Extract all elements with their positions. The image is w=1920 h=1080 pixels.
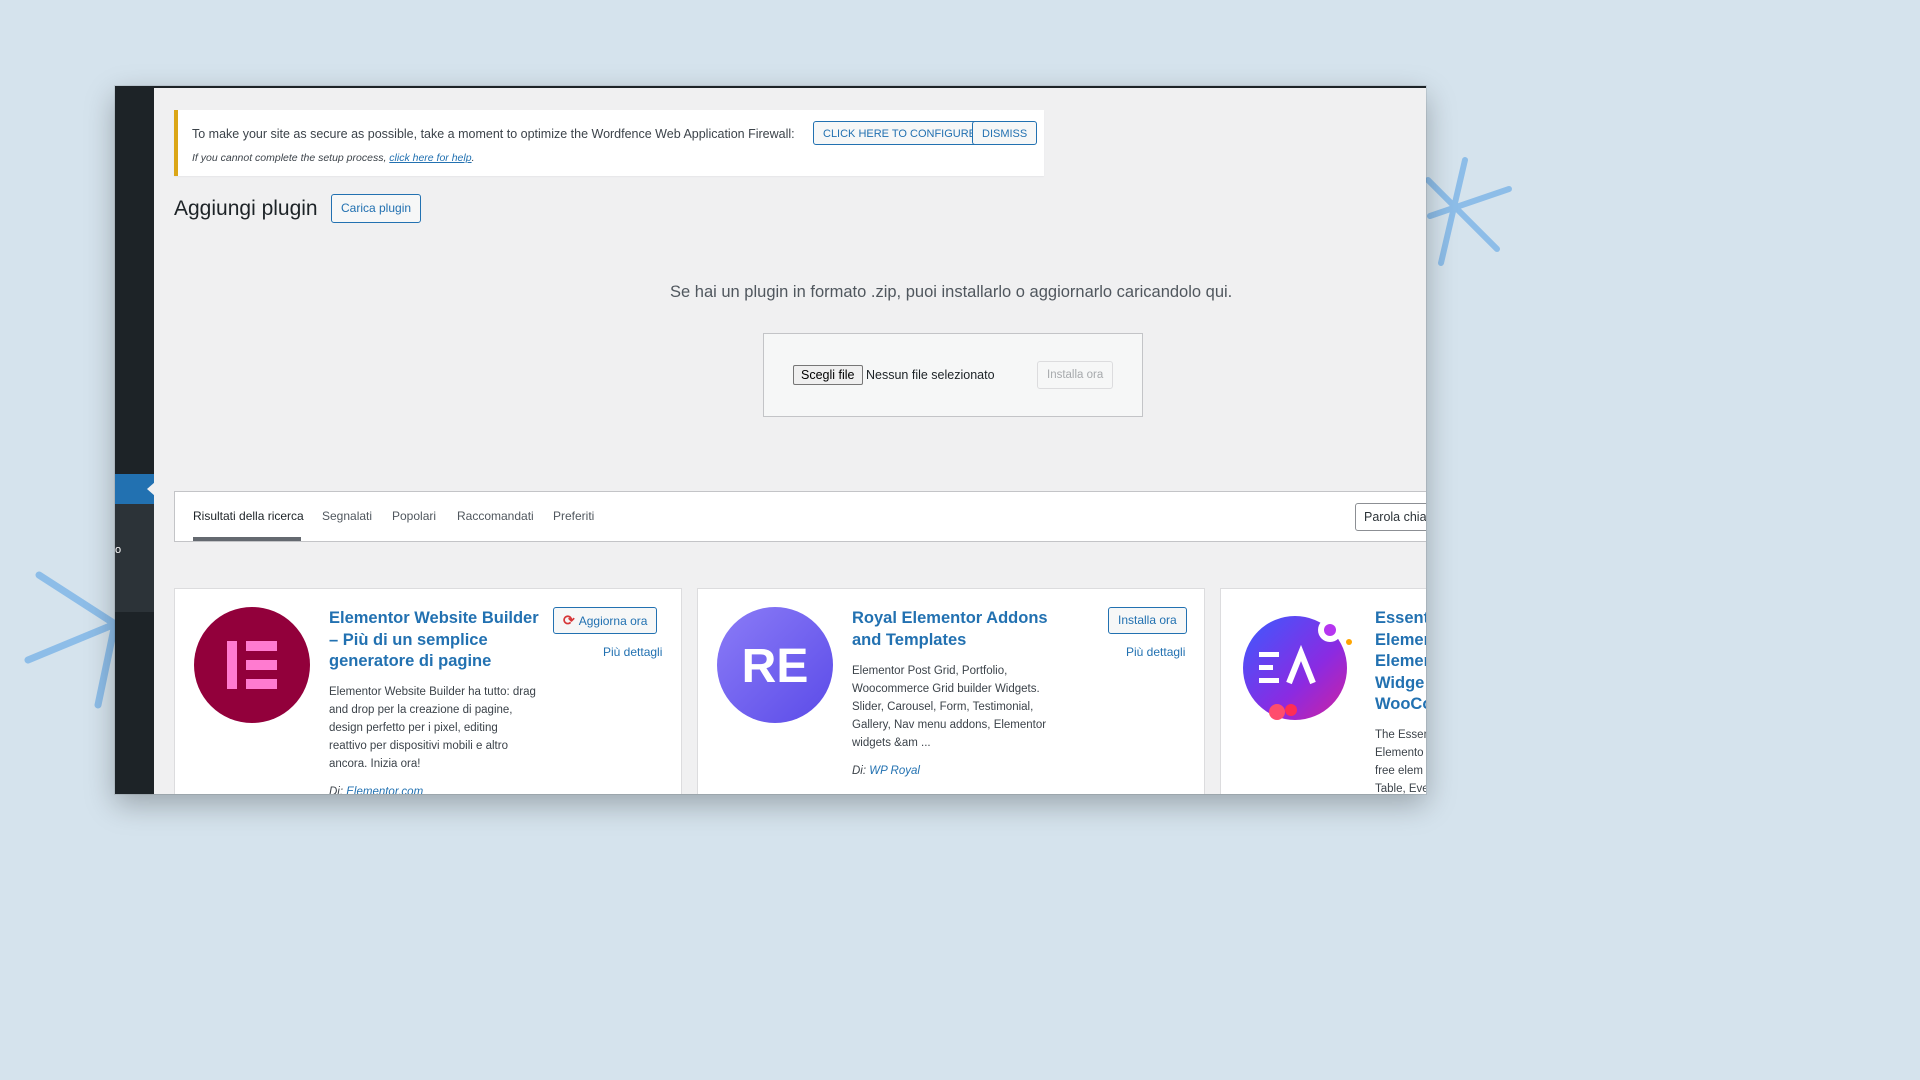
plugin-title-line[interactable]: Widge	[1375, 673, 1426, 695]
file-status: Nessun file selezionato	[866, 368, 995, 382]
plugin-title-line[interactable]: Elementor Website Builder	[329, 608, 544, 630]
choose-file-button[interactable]: Scegli file	[793, 365, 863, 385]
plugin-filter-bar: Risultati della ricerca Segnalati Popola…	[174, 491, 1426, 542]
author-link[interactable]: Elementor.com	[346, 786, 423, 794]
description-line: Elementor Website Builder ha tutto: drag	[329, 686, 536, 698]
update-now-button[interactable]: ⟳ Aggiorna ora	[553, 607, 658, 634]
description-line: The Essen	[1375, 729, 1426, 741]
upload-help-text: Se hai un plugin in formato .zip, puoi i…	[670, 283, 1233, 301]
plugin-card: RE Royal Elementor Addons and Templates …	[697, 588, 1205, 794]
plugin-author: Di: Elementor.com	[329, 786, 423, 794]
description-line: Slider, Carousel, Form, Testimonial,	[852, 701, 1034, 713]
description-line: Table, Eve	[1375, 783, 1426, 794]
plugin-title-line[interactable]: Elemen	[1375, 630, 1426, 652]
plugin-title-line[interactable]: Essenti	[1375, 608, 1426, 630]
search-type-select[interactable]: Parola chiav	[1355, 503, 1426, 531]
decorative-star-icon	[1425, 157, 1512, 266]
sidebar-submenu-label[interactable]: o	[115, 544, 121, 556]
plugin-title-line[interactable]: generatore di pagine	[329, 651, 544, 673]
author-prefix: Di:	[852, 765, 870, 777]
author-prefix: Di:	[329, 786, 347, 794]
royal-addons-logo-icon: RE	[717, 607, 833, 723]
description-line: ancora. Inizia ora!	[329, 758, 421, 770]
plugin-title-line[interactable]: – Più di un semplice	[329, 630, 544, 652]
plugin-title[interactable]: Royal Elementor Addons and Templates	[852, 608, 1067, 651]
help-prefix: If you cannot complete the setup process…	[192, 152, 390, 164]
plugin-description: Elementor Website Builder ha tutto: drag…	[329, 683, 554, 773]
description-line: Elemento	[1375, 747, 1424, 759]
plugin-description: The Essen Elemento free elem Table, Eve	[1375, 726, 1426, 794]
tab-featured[interactable]: Segnalati	[322, 509, 372, 523]
sidebar-submenu	[115, 504, 154, 612]
plugin-title-line[interactable]: and Templates	[852, 630, 1067, 652]
author-link[interactable]: WP Royal	[869, 765, 920, 777]
help-link[interactable]: click here for help	[389, 152, 471, 164]
plugin-card: Elementor Website Builder – Più di un se…	[174, 588, 682, 794]
page-title: Aggiungi plugin	[174, 197, 318, 220]
notice-message: To make your site as secure as possible,…	[192, 127, 795, 141]
plugin-title-line[interactable]: Royal Elementor Addons	[852, 608, 1067, 630]
description-line: and drop per la creazione di pagine,	[329, 704, 513, 716]
plugin-title-line[interactable]: Elemen	[1375, 651, 1426, 673]
upload-plugin-button[interactable]: Carica plugin	[331, 194, 422, 223]
tab-search-results[interactable]: Risultati della ricerca	[193, 509, 304, 523]
plugin-title[interactable]: Essenti Elemen Elemen Widge WooCo	[1375, 608, 1426, 716]
active-tab-indicator	[193, 537, 301, 541]
description-line: reattivo per dispositivi mobili e altro	[329, 740, 508, 752]
plugin-card: Essenti Elemen Elemen Widge WooCo The Es…	[1220, 588, 1426, 794]
plugin-title-line[interactable]: WooCo	[1375, 694, 1426, 716]
dismiss-button[interactable]: DISMISS	[972, 121, 1038, 145]
tab-favorites[interactable]: Preferiti	[553, 509, 594, 523]
elementor-logo-icon	[194, 607, 310, 723]
essential-addons-logo-icon	[1243, 616, 1352, 720]
install-now-button[interactable]: Installa ora	[1037, 361, 1114, 389]
help-suffix: .	[471, 152, 475, 164]
description-line: design perfetto per i pixel, editing	[329, 722, 498, 734]
description-line: free elem	[1375, 765, 1423, 777]
update-icon: ⟳	[563, 612, 575, 628]
wordfence-notice: To make your site as secure as possible,…	[174, 110, 1044, 176]
notice-help-text: If you cannot complete the setup process…	[192, 152, 475, 164]
svg-text:RE: RE	[742, 640, 809, 693]
description-line: Elementor Post Grid, Portfolio,	[852, 665, 1008, 677]
more-details-link[interactable]: Più dettagli	[603, 645, 662, 659]
update-now-label: Aggiorna ora	[578, 614, 648, 628]
more-details-link[interactable]: Più dettagli	[1126, 645, 1185, 659]
plugin-title[interactable]: Elementor Website Builder – Più di un se…	[329, 608, 544, 673]
admin-sidebar: o	[115, 86, 155, 794]
description-line: widgets &am ...	[852, 737, 931, 749]
upload-form: Scegli file Nessun file selezionato Inst…	[763, 333, 1143, 417]
configure-firewall-button[interactable]: CLICK HERE TO CONFIGURE	[813, 121, 987, 145]
description-line: Woocommerce Grid builder Widgets.	[852, 683, 1040, 695]
sidebar-active-pointer	[147, 482, 155, 496]
install-now-button[interactable]: Installa ora	[1108, 607, 1187, 634]
plugin-description: Elementor Post Grid, Portfolio, Woocomme…	[852, 662, 1077, 752]
tab-recommended[interactable]: Raccomandati	[457, 509, 534, 523]
tab-popular[interactable]: Popolari	[392, 509, 436, 523]
plugin-author: Di: WP Royal	[852, 765, 920, 777]
decorative-star-icon	[24, 571, 119, 709]
description-line: Gallery, Nav menu addons, Elementor	[852, 719, 1047, 731]
window-top-border	[115, 86, 1426, 88]
browser-window: o To make your site as secure as possibl…	[115, 86, 1426, 794]
